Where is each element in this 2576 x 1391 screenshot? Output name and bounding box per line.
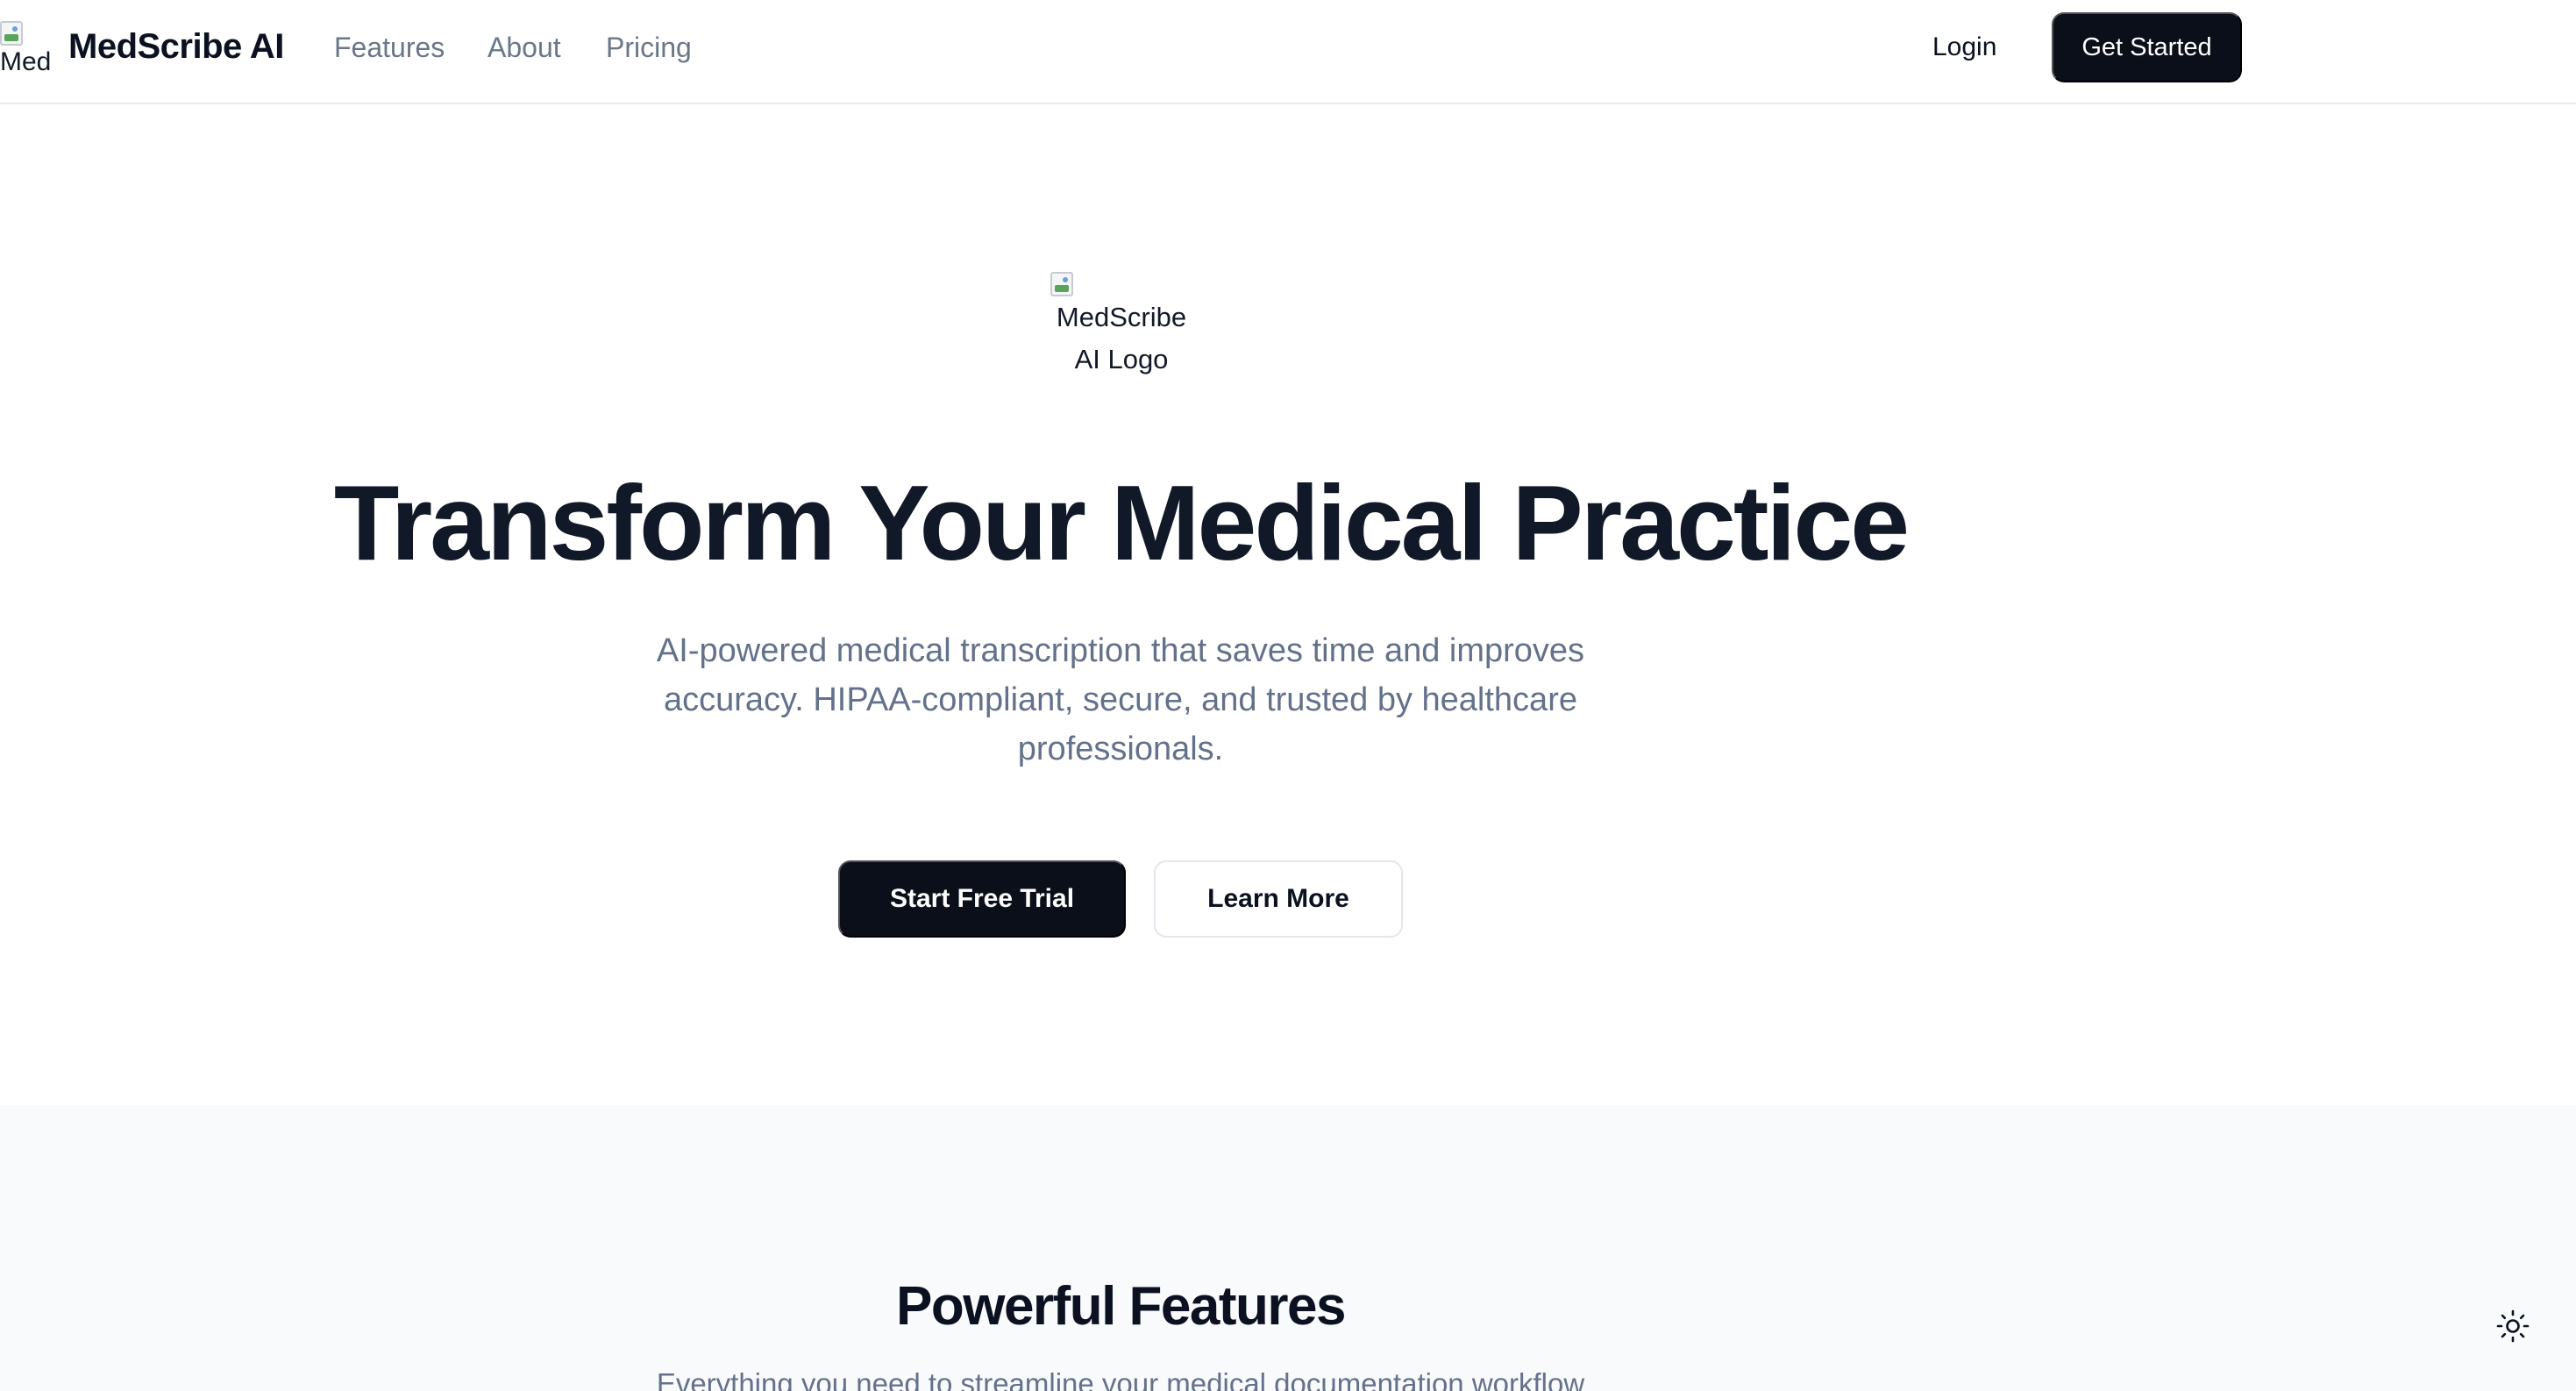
nav-link-about[interactable]: About bbox=[487, 28, 561, 67]
site-header: Med MedScribe AI Features About Pricing … bbox=[0, 0, 2576, 104]
hero-logo-image: MedScribe AI Logo bbox=[1049, 270, 1194, 381]
features-title: Powerful Features bbox=[896, 1276, 1346, 1337]
get-started-button[interactable]: Get Started bbox=[2052, 12, 2242, 82]
broken-image-icon bbox=[1050, 272, 1073, 296]
brand-logo-alt-text: Med bbox=[0, 47, 52, 75]
hero-subtitle: AI-powered medical transcription that sa… bbox=[656, 632, 1585, 767]
nav-link-features[interactable]: Features bbox=[334, 28, 445, 67]
broken-image-icon bbox=[0, 21, 23, 46]
start-free-trial-button[interactable]: Start Free Trial bbox=[838, 860, 1126, 938]
brand-logo-image[interactable]: Med bbox=[0, 21, 54, 75]
features-section bbox=[0, 1105, 2576, 1391]
landing-page: Med MedScribe AI Features About Pricing … bbox=[0, 0, 2576, 1391]
brand-name[interactable]: MedScribe AI bbox=[68, 25, 284, 68]
hero-title: Transform Your Medical Practice bbox=[333, 463, 1910, 582]
sun-icon bbox=[2496, 1309, 2530, 1343]
nav-link-pricing[interactable]: Pricing bbox=[606, 28, 692, 67]
login-link[interactable]: Login bbox=[1932, 28, 1996, 67]
learn-more-button[interactable]: Learn More bbox=[1154, 860, 1403, 938]
theme-toggle-button[interactable] bbox=[2495, 1309, 2530, 1344]
features-subtitle: Everything you need to streamline your m… bbox=[656, 1367, 1585, 1391]
